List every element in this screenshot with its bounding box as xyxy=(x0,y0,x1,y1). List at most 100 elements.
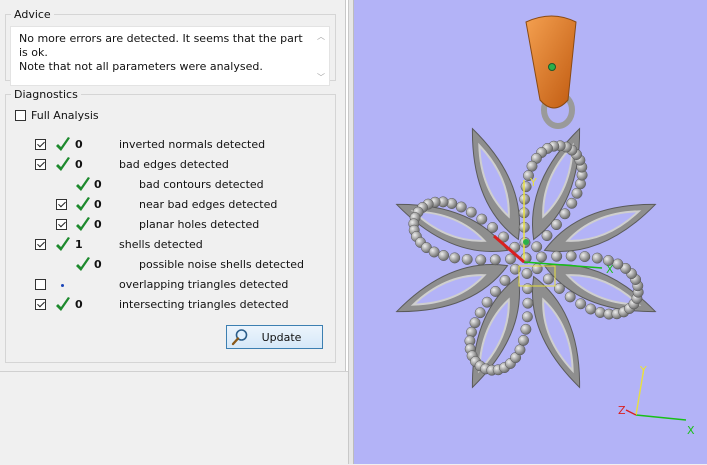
shells-label: shells detected xyxy=(119,238,203,251)
check-icon xyxy=(56,157,70,171)
bead xyxy=(612,258,624,270)
inverted-normals-label: inverted normals detected xyxy=(119,138,266,151)
bead xyxy=(522,283,534,295)
intersecting-triangles-checkbox[interactable] xyxy=(35,299,46,310)
inverted-normals-checkbox[interactable] xyxy=(35,139,46,150)
bead xyxy=(566,197,578,209)
shells-count: 1 xyxy=(75,238,83,251)
center-marker xyxy=(523,239,529,245)
magnifier-icon xyxy=(231,329,248,346)
bead xyxy=(487,222,499,233)
bad-edges-checkbox[interactable] xyxy=(35,159,46,170)
bead xyxy=(564,291,576,303)
intersecting-triangles-label: intersecting triangles detected xyxy=(119,298,289,311)
near-bad-edges-checkbox[interactable] xyxy=(56,199,67,210)
bead xyxy=(551,219,562,231)
bead xyxy=(481,296,493,308)
triad-x-line xyxy=(635,414,687,421)
center-axis-x-label: X xyxy=(606,263,614,276)
bead xyxy=(455,201,467,213)
check-icon xyxy=(76,217,90,231)
bead xyxy=(489,254,501,266)
noise-shells-count: 0 xyxy=(94,258,102,271)
scroll-up-icon[interactable]: ︿ xyxy=(317,31,325,42)
planar-holes-count: 0 xyxy=(94,218,102,231)
update-label: Update xyxy=(261,330,302,344)
bead xyxy=(521,311,533,323)
bad-contours-label: bad contours detected xyxy=(139,178,264,191)
check-icon xyxy=(76,177,90,191)
bead xyxy=(531,263,543,275)
check-icon xyxy=(56,137,70,151)
intersecting-triangles-count: 0 xyxy=(75,298,83,311)
bead xyxy=(551,250,563,262)
bead xyxy=(499,274,511,286)
bead-rings xyxy=(408,140,644,376)
triad-z-line xyxy=(625,409,637,416)
bead xyxy=(438,250,450,261)
shells-checkbox[interactable] xyxy=(35,239,46,250)
pendant-model: X Y X Y Z xyxy=(395,15,695,437)
check-icon xyxy=(76,197,90,211)
bead xyxy=(526,160,538,172)
overlapping-triangles-label: overlapping triangles detected xyxy=(119,278,289,291)
bad-contours-count: 0 xyxy=(94,178,102,191)
bead xyxy=(591,252,603,264)
advice-title: Advice xyxy=(14,8,51,21)
center-axis-y-label: Y xyxy=(529,176,537,189)
bead xyxy=(575,298,587,310)
full-analysis-checkbox[interactable] xyxy=(15,110,26,121)
bead xyxy=(461,253,473,265)
bead xyxy=(514,344,526,356)
advice-text: No more errors are detected. It seems th… xyxy=(19,32,303,73)
bead xyxy=(521,268,533,279)
noise-shells-label: possible noise shells detected xyxy=(139,258,305,271)
advice-textbox[interactable]: No more errors are detected. It seems th… xyxy=(10,26,330,86)
bead xyxy=(520,323,532,335)
diagnostics-title: Diagnostics xyxy=(14,88,78,101)
full-analysis-label: Full Analysis xyxy=(31,109,99,122)
bead xyxy=(541,230,553,242)
bead xyxy=(536,251,547,263)
bead xyxy=(428,246,440,258)
update-button[interactable]: Update xyxy=(226,325,323,349)
inverted-normals-count: 0 xyxy=(75,138,83,151)
near-bad-edges-label: near bad edges detected xyxy=(139,198,278,211)
panel-footer xyxy=(0,371,348,465)
bead xyxy=(571,187,583,199)
bead xyxy=(476,213,488,225)
bead xyxy=(585,303,597,315)
bead xyxy=(449,252,461,264)
overlapping-triangles-checkbox[interactable] xyxy=(35,279,46,290)
bead xyxy=(475,254,487,266)
triad-x-label: X xyxy=(687,424,695,437)
bead xyxy=(522,297,534,309)
scroll-down-icon[interactable]: ﹀ xyxy=(317,72,325,83)
bad-edges-label: bad edges detected xyxy=(119,158,229,171)
bead xyxy=(553,283,565,294)
bad-edges-count: 0 xyxy=(75,158,83,171)
near-bad-edges-count: 0 xyxy=(94,198,102,211)
status-dot-icon xyxy=(61,284,64,287)
triad-z-label: Z xyxy=(618,404,626,417)
planar-holes-label: planar holes detected xyxy=(139,218,260,231)
bead xyxy=(469,317,481,329)
bead xyxy=(559,208,571,220)
bead xyxy=(565,250,577,262)
bead xyxy=(490,285,501,297)
bead xyxy=(474,307,486,319)
bead xyxy=(542,273,554,285)
check-icon xyxy=(76,257,90,271)
check-icon xyxy=(56,297,70,311)
check-icon xyxy=(56,237,70,251)
bail-marker xyxy=(548,63,556,71)
bead xyxy=(518,334,529,346)
advice-group: Advice No more errors are detected. It s… xyxy=(5,8,336,86)
bead xyxy=(579,251,591,263)
bead xyxy=(465,206,477,218)
3d-viewport[interactable]: X Y X Y Z xyxy=(354,0,707,464)
bail xyxy=(525,15,577,109)
bead xyxy=(531,241,543,253)
triad-y-label: Y xyxy=(639,364,647,377)
planar-holes-checkbox[interactable] xyxy=(56,219,67,230)
